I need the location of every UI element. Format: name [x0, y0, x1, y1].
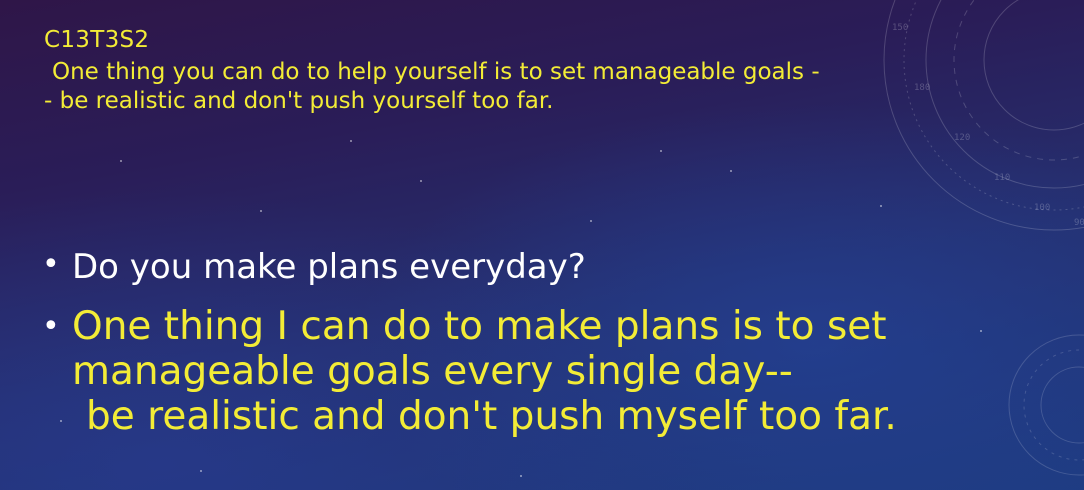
- presentation-slide: 150 180 120 110 100 90 190 C13T3S2 One t…: [0, 0, 1084, 490]
- bullet-icon: •: [42, 309, 60, 344]
- bullet-text: Do you make plans everyday?: [72, 247, 586, 287]
- bullet-item-question: • Do you make plans everyday?: [42, 244, 1042, 290]
- subtitle-line: - be realistic and don't push yourself t…: [44, 88, 554, 114]
- ring-label: 100: [1034, 203, 1050, 213]
- bullet-list: • Do you make plans everyday? • One thin…: [42, 244, 1042, 439]
- bullet-icon: •: [42, 247, 60, 282]
- slide-subtitle: One thing you can do to help yourself is…: [44, 58, 1022, 116]
- bullet-item-answer: • One thing I can do to make plans is to…: [42, 304, 1042, 439]
- subtitle-line: One thing you can do to help yourself is…: [52, 59, 820, 85]
- slide-header: C13T3S2 One thing you can do to help you…: [44, 26, 1024, 116]
- ring-label: 120: [954, 133, 970, 143]
- ring-label: 110: [994, 173, 1010, 183]
- bullet-text: be realistic and don't push myself too f…: [86, 394, 897, 439]
- bullet-text: One thing I can do to make plans is to s…: [72, 304, 887, 349]
- bullet-text: manageable goals every single day--: [72, 349, 793, 394]
- slide-code: C13T3S2: [44, 27, 150, 53]
- ring-label: 90: [1074, 218, 1084, 228]
